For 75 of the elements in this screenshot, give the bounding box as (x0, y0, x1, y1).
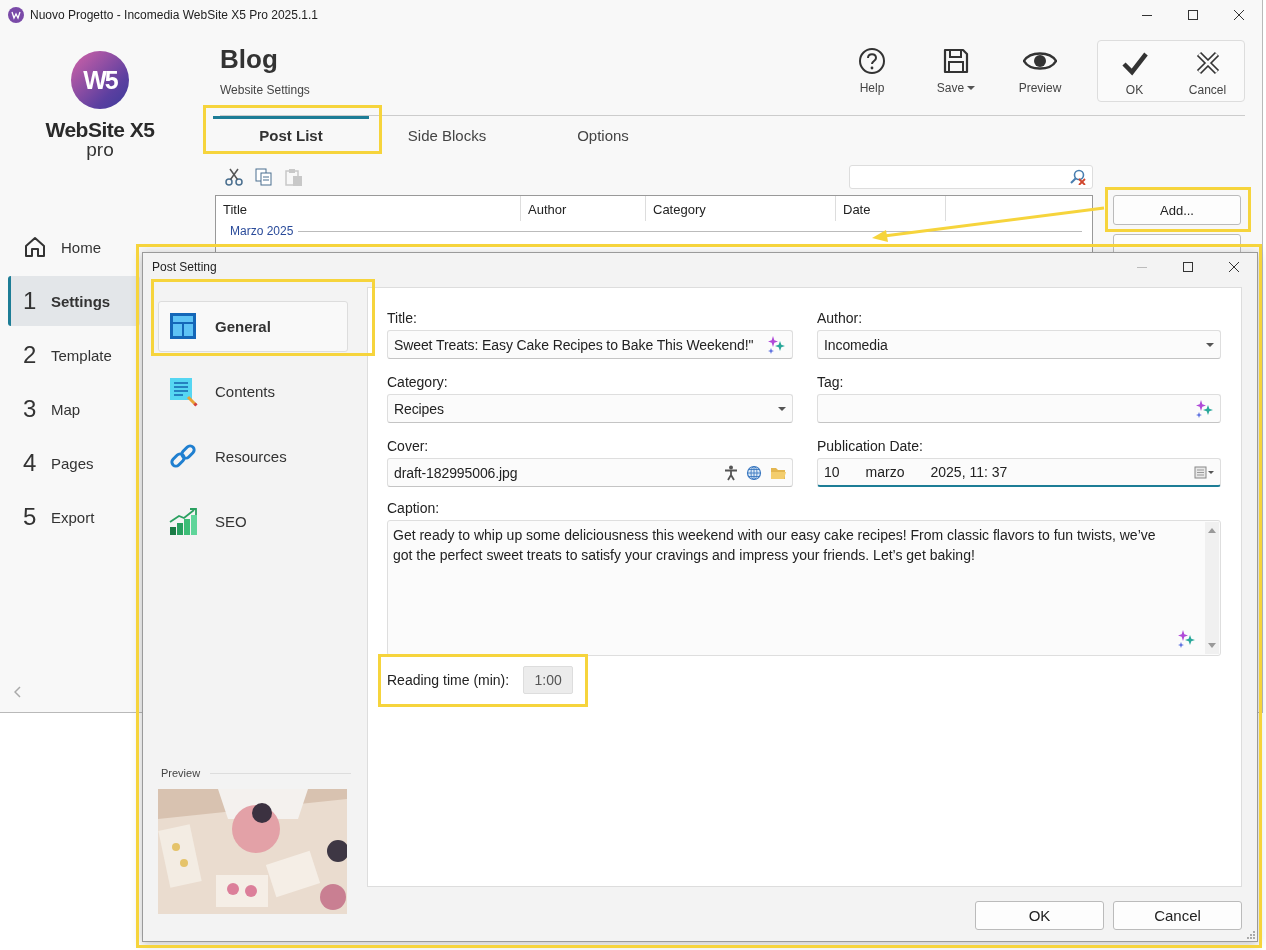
column-header[interactable]: Title (216, 196, 521, 221)
person-icon[interactable] (724, 464, 738, 481)
ok-button[interactable]: OK (1098, 41, 1171, 101)
caption-field[interactable]: Get ready to whip up some deliciousness this weekend with our easy cake recipes! From classic flavors to fun twists, we’ve got the perfect sweet treats to satisfy your cravings and impress your friends. Let’s get baking! (387, 520, 1221, 656)
text-field[interactable]: Sweet Treats: Easy Cake Recipes to Bake This Weekend!" (387, 330, 793, 359)
scissors-icon[interactable] (225, 167, 243, 186)
sidebar-item[interactable]: 4 Pages (8, 438, 140, 488)
layout-icon (169, 311, 199, 342)
maximize-icon[interactable] (1188, 10, 1198, 20)
column-header[interactable]: Author (521, 196, 646, 221)
close-icon[interactable] (1229, 262, 1239, 272)
dialog-title: Post Setting (152, 260, 217, 274)
preview-button[interactable]: Preview (998, 47, 1082, 107)
page-subtitle: Website Settings (220, 83, 310, 97)
tab[interactable]: Post List (213, 116, 369, 152)
tab[interactable]: Side Blocks (369, 116, 525, 152)
dropdown[interactable]: Recipes (387, 394, 793, 423)
copy-icon[interactable] (255, 167, 273, 186)
app-icon (8, 7, 24, 23)
field-label: Category: (387, 373, 449, 392)
dialog-nav-item[interactable]: Resources (158, 431, 348, 482)
scrollbar[interactable] (1205, 522, 1219, 654)
help-icon (858, 47, 886, 75)
dropdown[interactable]: Incomedia (817, 330, 1221, 359)
caret-icon (778, 406, 786, 411)
chart-icon (169, 506, 199, 537)
sidebar-item[interactable]: 3 Map (8, 384, 140, 434)
column-header[interactable]: Date (836, 196, 946, 221)
search-icon[interactable] (1070, 168, 1086, 185)
field-label: Reading time (min): (387, 672, 510, 688)
date-field[interactable]: 10 marzo 2025, 11: 37 (817, 458, 1221, 487)
field-label: Caption: (387, 499, 441, 518)
sidebar-item[interactable]: 2 Template (8, 330, 140, 380)
resize-grip[interactable] (1247, 931, 1255, 939)
field-label: Tag: (817, 373, 845, 392)
text-field[interactable] (817, 394, 1221, 423)
collapse-icon[interactable] (14, 686, 22, 698)
dialog-nav-item[interactable]: SEO (158, 496, 348, 547)
preview-label: Preview (161, 767, 201, 779)
list-button[interactable]: Add... (1113, 195, 1241, 225)
group-label: Marzo 2025 (230, 224, 294, 238)
caret-icon (1206, 342, 1214, 347)
field-label: Cover: (387, 437, 430, 456)
logo-edition: pro (86, 142, 114, 158)
help-button[interactable]: Help (830, 47, 914, 107)
sparkle-icon[interactable] (1177, 629, 1196, 649)
sidebar-item[interactable]: 5 Export (8, 492, 140, 542)
column-header[interactable]: Category (646, 196, 836, 221)
window-title: Nuovo Progetto - Incomedia WebSite X5 Pro 2025.1.1 (30, 8, 318, 22)
search-field[interactable] (849, 164, 1093, 189)
page-title: Blog (220, 44, 279, 74)
maximize-icon[interactable] (1183, 262, 1193, 272)
field-label: Publication Date: (817, 437, 924, 456)
globe-icon[interactable] (746, 464, 762, 481)
field-label: Author: (817, 309, 864, 328)
logo-name: WebSite X5 (45, 118, 155, 142)
scroll-up-icon[interactable] (1208, 528, 1216, 533)
sidebar-item[interactable]: 1 Settings (8, 276, 140, 326)
cancel-button[interactable]: Cancel (1171, 41, 1244, 101)
save-button[interactable]: Save (914, 47, 998, 107)
document-icon (169, 376, 199, 407)
dialog-button[interactable]: Cancel (1113, 901, 1242, 930)
dialog-nav-item[interactable]: General (158, 301, 348, 352)
logo-mark: W5 (71, 51, 129, 109)
file-field[interactable]: draft-182995006.jpg (387, 458, 793, 487)
tab[interactable]: Options (525, 116, 681, 152)
home-icon (23, 235, 47, 259)
scroll-down-icon[interactable] (1208, 643, 1216, 648)
dialog-nav-item[interactable]: Contents (158, 366, 348, 417)
save-icon (942, 47, 970, 75)
field-label: Title: (387, 309, 418, 328)
close-icon[interactable] (1234, 10, 1244, 20)
sidebar-item[interactable]: Home (8, 222, 140, 272)
calendar-icon[interactable] (1194, 465, 1214, 479)
dialog-button[interactable]: OK (975, 901, 1104, 930)
